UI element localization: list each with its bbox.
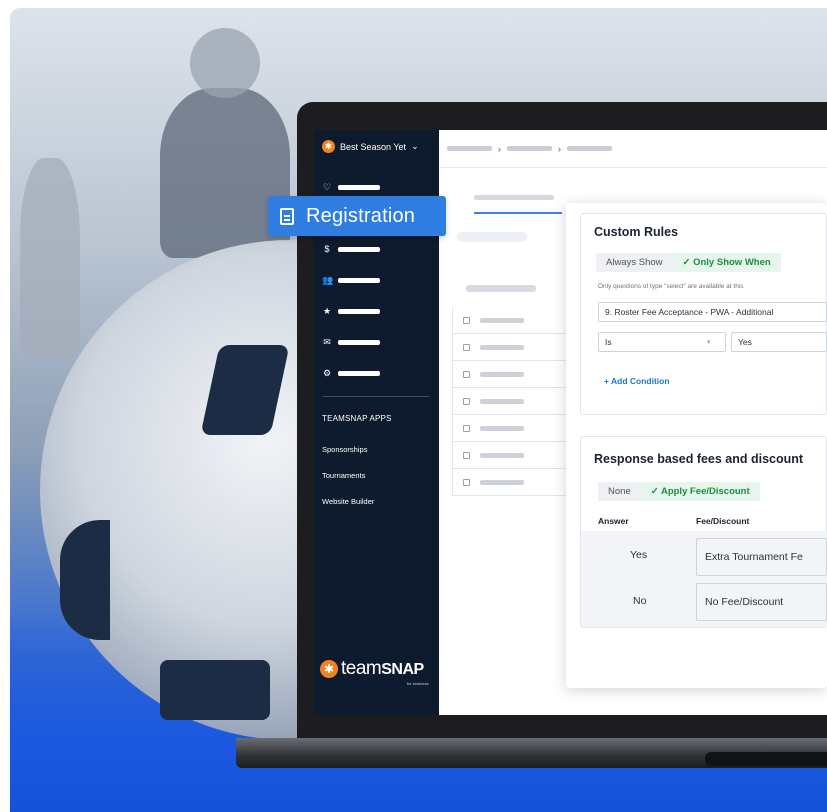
breadcrumb-item[interactable]	[567, 146, 612, 151]
document-icon	[280, 207, 294, 225]
star-logo-icon: ✱	[322, 140, 335, 153]
breadcrumb-item[interactable]	[507, 146, 552, 151]
breadcrumb-item[interactable]	[447, 146, 492, 151]
logo-bold: SNAP	[381, 661, 424, 678]
player-head	[190, 28, 260, 98]
chevron-down-icon: ▾	[707, 339, 711, 346]
list-item[interactable]	[452, 334, 572, 361]
breadcrumb: › ›	[439, 130, 827, 168]
list-header	[466, 285, 536, 292]
chevron-right-icon: ›	[558, 143, 561, 154]
registration-highlight[interactable]: Registration	[268, 196, 446, 236]
checkbox[interactable]	[463, 316, 470, 324]
custom-rules-toggle: Always Show ✓ Only Show When	[596, 253, 781, 272]
custom-rules-title: Custom Rules	[594, 225, 679, 239]
app-link-sponsorships[interactable]: Sponsorships	[322, 445, 367, 454]
list-item[interactable]	[452, 415, 572, 442]
list-item[interactable]	[452, 307, 572, 334]
ball-patch	[60, 520, 110, 640]
fees-toggle: None ✓ Apply Fee/Discount	[598, 482, 760, 501]
filter-pill[interactable]	[457, 232, 527, 242]
org-switcher[interactable]: ✱ Best Season Yet ⌄	[322, 140, 419, 153]
chevron-right-icon: ›	[498, 143, 501, 154]
sidebar-item-3[interactable]: 👥	[322, 275, 380, 286]
list-item[interactable]	[452, 469, 572, 496]
custom-rules-hint: Only questions of type "select" are avai…	[598, 283, 744, 290]
sidebar-item-label	[338, 340, 380, 345]
tab-only-show-when[interactable]: ✓ Only Show When	[672, 253, 781, 272]
tab-always-show[interactable]: Always Show	[596, 253, 673, 272]
sidebar-item-6[interactable]: ⚙	[322, 368, 380, 379]
ball-patch	[160, 660, 270, 720]
value-select[interactable]: Yes	[731, 332, 827, 352]
sidebar-item-label	[338, 309, 380, 314]
tab-apply-fee[interactable]: ✓ Apply Fee/Discount	[640, 482, 760, 501]
fee-column-header: Fee/Discount	[696, 516, 750, 526]
checkbox[interactable]	[463, 424, 470, 432]
sidebar-item-label	[338, 278, 380, 283]
star-logo-icon: ✱	[320, 660, 338, 678]
checkbox[interactable]	[463, 370, 470, 378]
org-name: Best Season Yet	[340, 141, 407, 152]
checkbox[interactable]	[463, 397, 470, 405]
app-link-tournaments[interactable]: Tournaments	[322, 471, 365, 480]
list-item[interactable]	[452, 442, 572, 469]
sidebar-item-4[interactable]: ★	[322, 306, 380, 317]
fee-select-yes[interactable]: Extra Tournament Fe	[696, 538, 827, 576]
add-condition-button[interactable]: + Add Condition	[604, 376, 670, 386]
player-figure	[20, 158, 80, 358]
question-list	[452, 285, 572, 496]
active-tab-indicator	[474, 212, 562, 214]
tab-placeholder[interactable]	[474, 195, 554, 200]
chevron-down-icon: ⌄	[411, 141, 419, 151]
fee-select-no[interactable]: No Fee/Discount	[696, 583, 827, 621]
people-icon: 👥	[322, 275, 334, 285]
sidebar-item-5[interactable]: ✉	[322, 337, 380, 348]
teamsnap-logo: ✱ teamSNAP	[320, 658, 424, 680]
gear-icon: ⚙	[322, 368, 332, 378]
sidebar-item-label	[338, 246, 380, 252]
sidebar-item-label	[338, 371, 380, 376]
tab-none[interactable]: None	[598, 482, 641, 501]
checkbox[interactable]	[463, 343, 470, 351]
list-item[interactable]	[452, 388, 572, 415]
answer-no: No	[633, 595, 647, 607]
apps-heading: TEAMSNAP APPS	[322, 414, 392, 423]
mail-icon: ✉	[323, 337, 331, 347]
list-item[interactable]	[452, 361, 572, 388]
question-select[interactable]: 9. Roster Fee Acceptance - PWA - Additio…	[598, 302, 827, 322]
laptop-hinge	[705, 752, 827, 766]
sidebar-item-2[interactable]: $	[322, 244, 380, 254]
answer-yes: Yes	[630, 549, 648, 561]
logo-prefix: team	[341, 658, 382, 679]
sidebar-divider	[322, 396, 430, 397]
dollar-icon: $	[324, 244, 330, 254]
checkbox[interactable]	[463, 478, 470, 486]
fees-title: Response based fees and discount	[594, 452, 804, 466]
logo-subtitle: for business	[407, 681, 429, 686]
app-link-website-builder[interactable]: Website Builder	[322, 497, 374, 506]
answer-column-header: Answer	[598, 516, 629, 526]
registration-label: Registration	[306, 204, 416, 227]
sidebar-item-1[interactable]: ♡	[322, 182, 380, 193]
sidebar-item-label	[338, 185, 380, 190]
checkbox[interactable]	[463, 451, 470, 459]
heart-icon: ♡	[322, 182, 332, 192]
star-icon: ★	[322, 306, 332, 316]
